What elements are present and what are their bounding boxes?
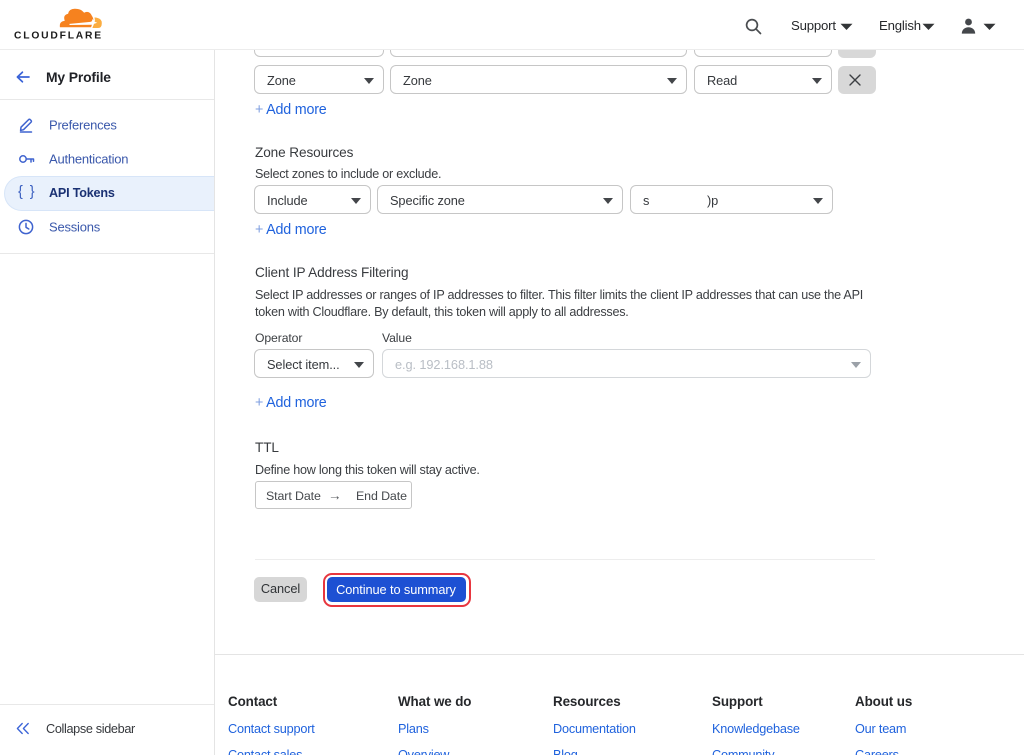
svg-text:CLOUDFLARE: CLOUDFLARE xyxy=(14,31,103,40)
